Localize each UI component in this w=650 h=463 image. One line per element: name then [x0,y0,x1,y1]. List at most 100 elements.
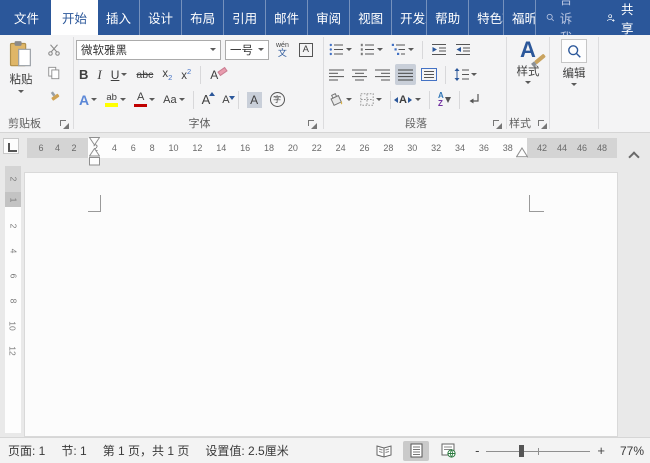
ruler-number: 20 [287,143,298,153]
multilevel-list-button[interactable] [388,39,417,60]
status-page-of-total[interactable]: 第 1 页，共 1 页 [103,442,190,459]
italic-button[interactable]: I [94,64,104,85]
align-center-button[interactable] [349,64,370,85]
vertical-ruler[interactable]: 2 1 2 4 6 8 10 12 [5,166,21,433]
web-layout-icon [441,443,456,458]
increase-indent-button[interactable] [452,39,474,60]
zoom-slider[interactable] [486,444,591,457]
bold-button[interactable]: B [76,64,91,85]
font-dialog-launcher[interactable] [308,120,317,129]
copy-button[interactable] [42,62,66,83]
zoom-slider-thumb[interactable] [519,444,525,457]
ruler-number: 12 [192,143,203,153]
align-left-button[interactable] [326,64,347,85]
line-spacing-button[interactable] [451,64,480,85]
ruler-number: 6 [7,273,18,279]
enclose-characters-button[interactable]: 字 [267,89,288,110]
ruler-number: 4 [54,143,60,153]
character-border-button[interactable]: A [296,39,316,60]
paste-button[interactable]: 粘贴 [0,35,42,107]
horizontal-ruler[interactable]: 642 2 4 6 8 10 12 14 16 18 20 22 24 26 28 30 32 34 36 38 4… [27,138,617,158]
font-size-combo[interactable]: 一号 [225,39,269,60]
asian-layout-button[interactable]: A [394,89,424,110]
tell-me-box[interactable]: 告诉我 [535,0,594,45]
ruler-right-margin: 42 44 46 48 [527,138,617,158]
status-page[interactable]: 页面: 1 [8,442,45,459]
font-size-value: 一号 [230,44,253,57]
tab-developer[interactable]: 开发工 [391,0,426,35]
shading-button[interactable] [326,89,355,110]
text-effects-button[interactable]: A [76,89,100,110]
hanging-indent-marker[interactable] [89,148,100,166]
read-mode-button[interactable] [371,441,397,461]
change-case-button[interactable]: Aa [160,89,187,110]
tab-help[interactable]: 帮助 [426,0,468,35]
tab-stop-selector[interactable] [3,138,19,154]
share-button[interactable]: 共享 [594,0,650,36]
tab-mailings[interactable]: 邮件 [265,0,307,35]
right-indent-marker[interactable] [516,147,528,158]
underline-button[interactable]: U [108,64,131,85]
text-highlight-button[interactable]: ab [102,89,129,110]
tab-layout[interactable]: 布局 [181,0,223,35]
tab-foxit-pdf[interactable]: 福昕P [503,0,535,35]
shrink-font-icon: A [222,94,235,106]
print-layout-button[interactable] [403,440,430,461]
zoom-out-button[interactable]: - [475,443,479,458]
distribute-button[interactable] [418,64,440,85]
styles-button[interactable]: 样A 样式 [507,35,549,125]
styles-dialog-launcher[interactable] [538,120,547,129]
paragraph-dialog-launcher[interactable] [493,120,502,129]
tab-review[interactable]: 审阅 [307,0,349,35]
clear-formatting-button[interactable]: A [207,64,228,85]
align-right-button[interactable] [372,64,393,85]
clipboard-dialog-launcher[interactable] [60,120,69,129]
web-layout-button[interactable] [435,441,461,461]
font-name-combo[interactable]: 微软雅黑 [76,39,221,60]
superscript-button[interactable]: x2 [178,64,194,85]
subscript-icon: x2 [162,67,173,82]
increase-indent-icon [456,44,470,55]
cut-button[interactable] [42,39,66,60]
ruler-number: 48 [596,143,607,153]
character-shading-button[interactable]: A [244,89,265,110]
numbering-button[interactable] [357,39,386,60]
ruler-number: 6 [38,143,44,153]
status-section[interactable]: 节: 1 [61,442,86,459]
zoom-in-button[interactable]: + [597,443,605,458]
margin-corner-mark-left [88,195,101,212]
separator [428,90,430,109]
bullets-button[interactable] [326,39,355,60]
status-setting-value[interactable]: 设置值: 2.5厘米 [205,442,288,459]
show-hide-marks-button[interactable] [465,89,484,110]
document-page[interactable] [24,172,618,437]
tab-view[interactable]: 视图 [349,0,391,35]
styles-group: 样A 样式 样式 [507,35,549,133]
separator [458,90,460,109]
tab-design[interactable]: 设计 [139,0,181,35]
phonetic-guide-button[interactable]: wén 文 [273,39,292,60]
first-line-indent-marker[interactable] [89,137,100,146]
search-icon [567,44,581,58]
tab-special-features[interactable]: 特色功 [468,0,503,35]
grow-font-button[interactable]: A [199,89,216,110]
separator [200,65,202,84]
tab-insert[interactable]: 插入 [98,0,139,35]
format-painter-button[interactable] [42,85,66,106]
subscript-button[interactable]: x2 [159,64,175,85]
collapse-ribbon-chevron[interactable] [628,151,640,163]
font-name-dropdown-arrow [210,48,216,51]
tab-references[interactable]: 引用 [223,0,265,35]
borders-button[interactable] [357,89,385,110]
zoom-percentage[interactable]: 77% [612,444,644,458]
sort-button[interactable]: A Z [435,89,454,110]
justify-button[interactable] [395,64,416,85]
shrink-font-button[interactable]: A [219,89,235,110]
editing-button[interactable]: 编辑 [552,35,596,125]
font-color-button[interactable]: A [131,89,158,110]
strikethrough-button[interactable]: abc [133,64,156,85]
tab-home[interactable]: 开始 [51,0,99,35]
decrease-indent-button[interactable] [428,39,450,60]
ruler-number: 34 [455,143,466,153]
tab-file[interactable]: 文件 [2,0,51,35]
